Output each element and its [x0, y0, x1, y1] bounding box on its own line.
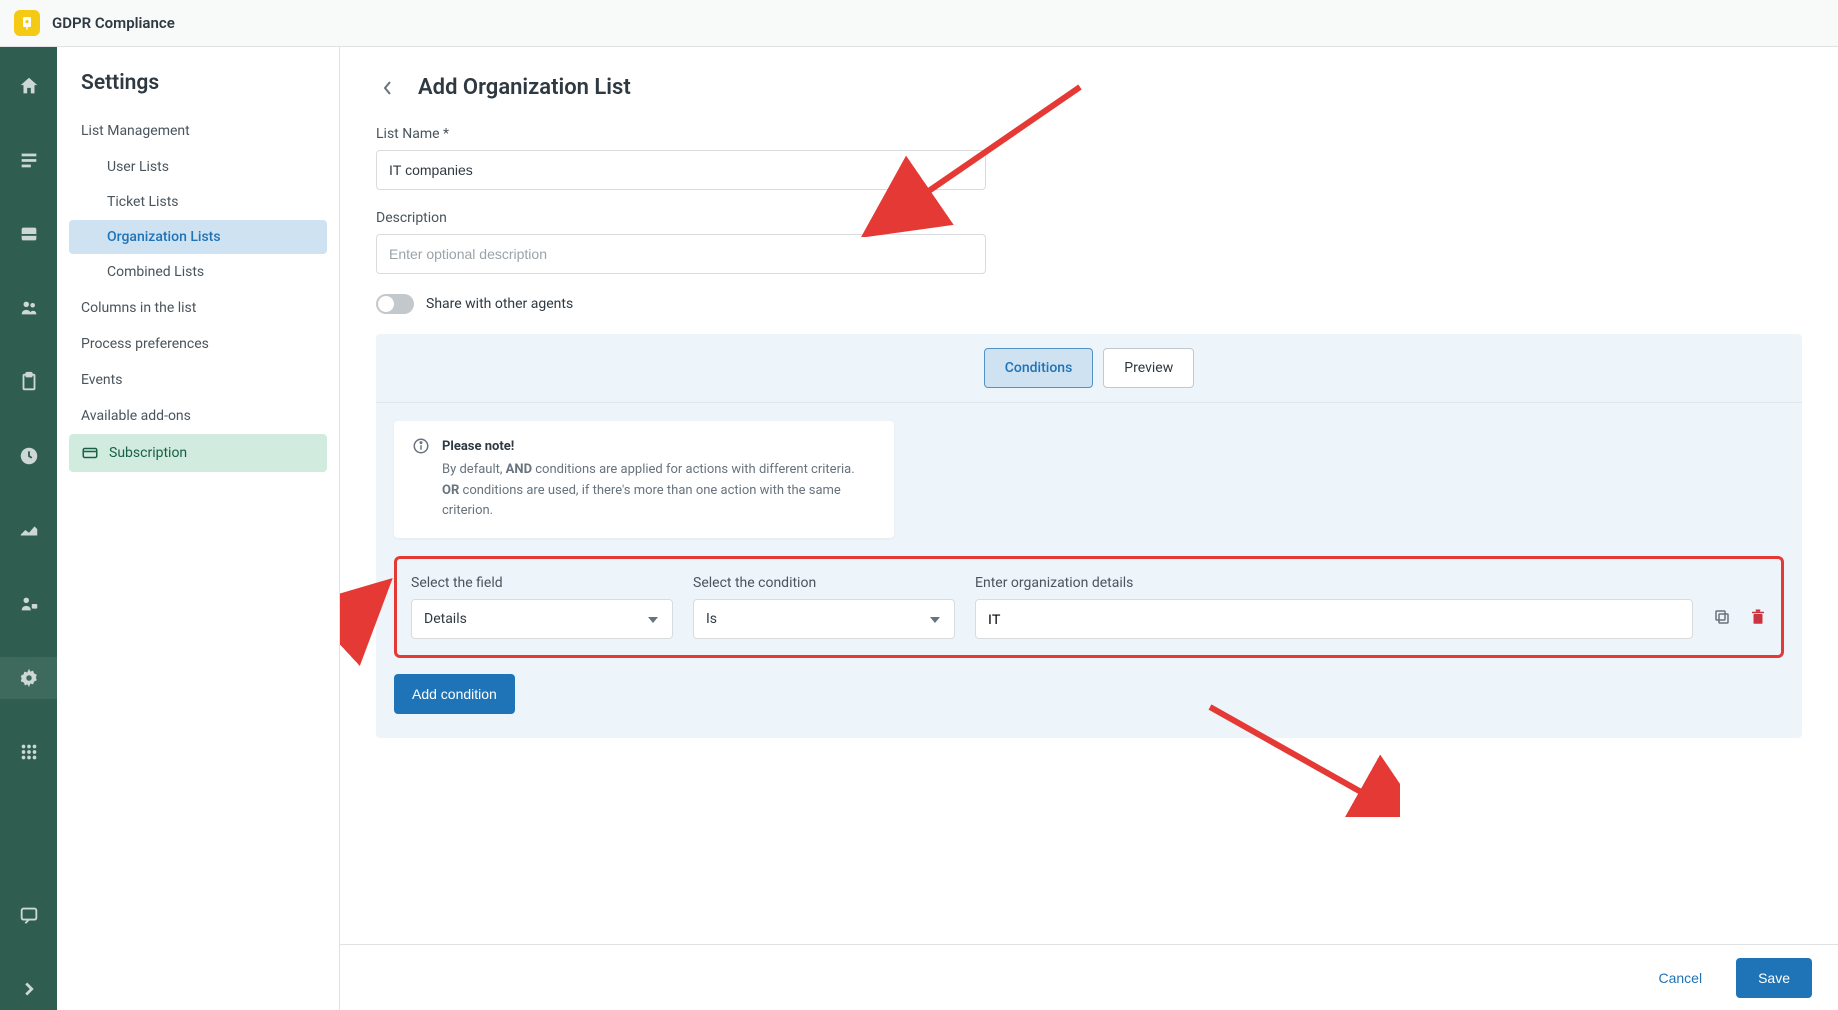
condition-copy-button[interactable]	[1713, 608, 1731, 630]
rail-clipboard-icon[interactable]	[0, 361, 57, 403]
rail-user-lock-icon[interactable]	[0, 583, 57, 625]
rail-list-icon[interactable]	[0, 139, 57, 181]
sidebar-ticket-lists[interactable]: Ticket Lists	[69, 185, 327, 219]
footer: Cancel Save	[340, 944, 1838, 1010]
condition-row: Select the field Details Select the cond…	[394, 556, 1784, 658]
list-name-input[interactable]	[376, 150, 986, 190]
share-toggle[interactable]	[376, 294, 414, 314]
description-input[interactable]	[376, 234, 986, 274]
rail-chart-icon[interactable]	[0, 509, 57, 551]
share-label: Share with other agents	[426, 296, 573, 312]
page-title: Add Organization List	[418, 75, 631, 100]
tab-conditions[interactable]: Conditions	[984, 348, 1094, 388]
sidebar-subscription-label: Subscription	[109, 445, 187, 461]
sidebar-addons[interactable]: Available add-ons	[69, 398, 327, 434]
nav-rail	[0, 47, 57, 1010]
description-label: Description	[376, 210, 986, 226]
rail-home-icon[interactable]	[0, 65, 57, 107]
rail-inbox-icon[interactable]	[0, 213, 57, 255]
app-logo	[14, 10, 40, 36]
trash-icon	[1749, 608, 1767, 626]
sidebar-organization-lists[interactable]: Organization Lists	[69, 220, 327, 254]
back-button[interactable]	[376, 76, 400, 100]
condition-operator-select[interactable]: Is	[693, 599, 955, 639]
tab-preview[interactable]: Preview	[1103, 348, 1194, 388]
content: Add Organization List List Name * Descri…	[340, 47, 1838, 1010]
sidebar-subscription[interactable]: Subscription	[69, 434, 327, 472]
sidebar-combined-lists[interactable]: Combined Lists	[69, 255, 327, 289]
chevron-left-icon	[383, 80, 393, 96]
rail-apps-icon[interactable]	[0, 731, 57, 773]
app-title: GDPR Compliance	[52, 14, 175, 32]
condition-field-label: Select the field	[411, 575, 673, 591]
rail-chat-icon[interactable]	[0, 894, 57, 936]
rail-users-icon[interactable]	[0, 287, 57, 329]
condition-operator-label: Select the condition	[693, 575, 955, 591]
settings-sidebar: Settings List Management User Lists Tick…	[57, 47, 340, 1010]
sidebar-events[interactable]: Events	[69, 362, 327, 398]
sidebar-title: Settings	[81, 71, 315, 95]
note-title: Please note!	[442, 437, 876, 458]
condition-value-input[interactable]	[975, 599, 1693, 639]
save-button[interactable]: Save	[1736, 958, 1812, 998]
sidebar-list-management[interactable]: List Management	[69, 113, 327, 149]
topbar: GDPR Compliance	[0, 0, 1838, 47]
conditions-panel: Conditions Preview Please note! By defau…	[376, 334, 1802, 738]
condition-delete-button[interactable]	[1749, 608, 1767, 630]
rail-clock-icon[interactable]	[0, 435, 57, 477]
copy-icon	[1713, 608, 1731, 626]
cancel-button[interactable]: Cancel	[1644, 960, 1716, 996]
note-card: Please note! By default, AND conditions …	[394, 421, 894, 538]
sidebar-process-prefs[interactable]: Process preferences	[69, 326, 327, 362]
condition-field-select[interactable]: Details	[411, 599, 673, 639]
sidebar-user-lists[interactable]: User Lists	[69, 150, 327, 184]
rail-chevron-right-icon[interactable]	[0, 968, 57, 1010]
rail-gear-icon[interactable]	[0, 657, 57, 699]
info-icon	[412, 437, 430, 455]
add-condition-button[interactable]: Add condition	[394, 674, 515, 714]
condition-value-label: Enter organization details	[975, 575, 1693, 591]
list-name-label: List Name *	[376, 126, 986, 142]
sidebar-columns[interactable]: Columns in the list	[69, 290, 327, 326]
credit-card-icon	[81, 444, 99, 462]
